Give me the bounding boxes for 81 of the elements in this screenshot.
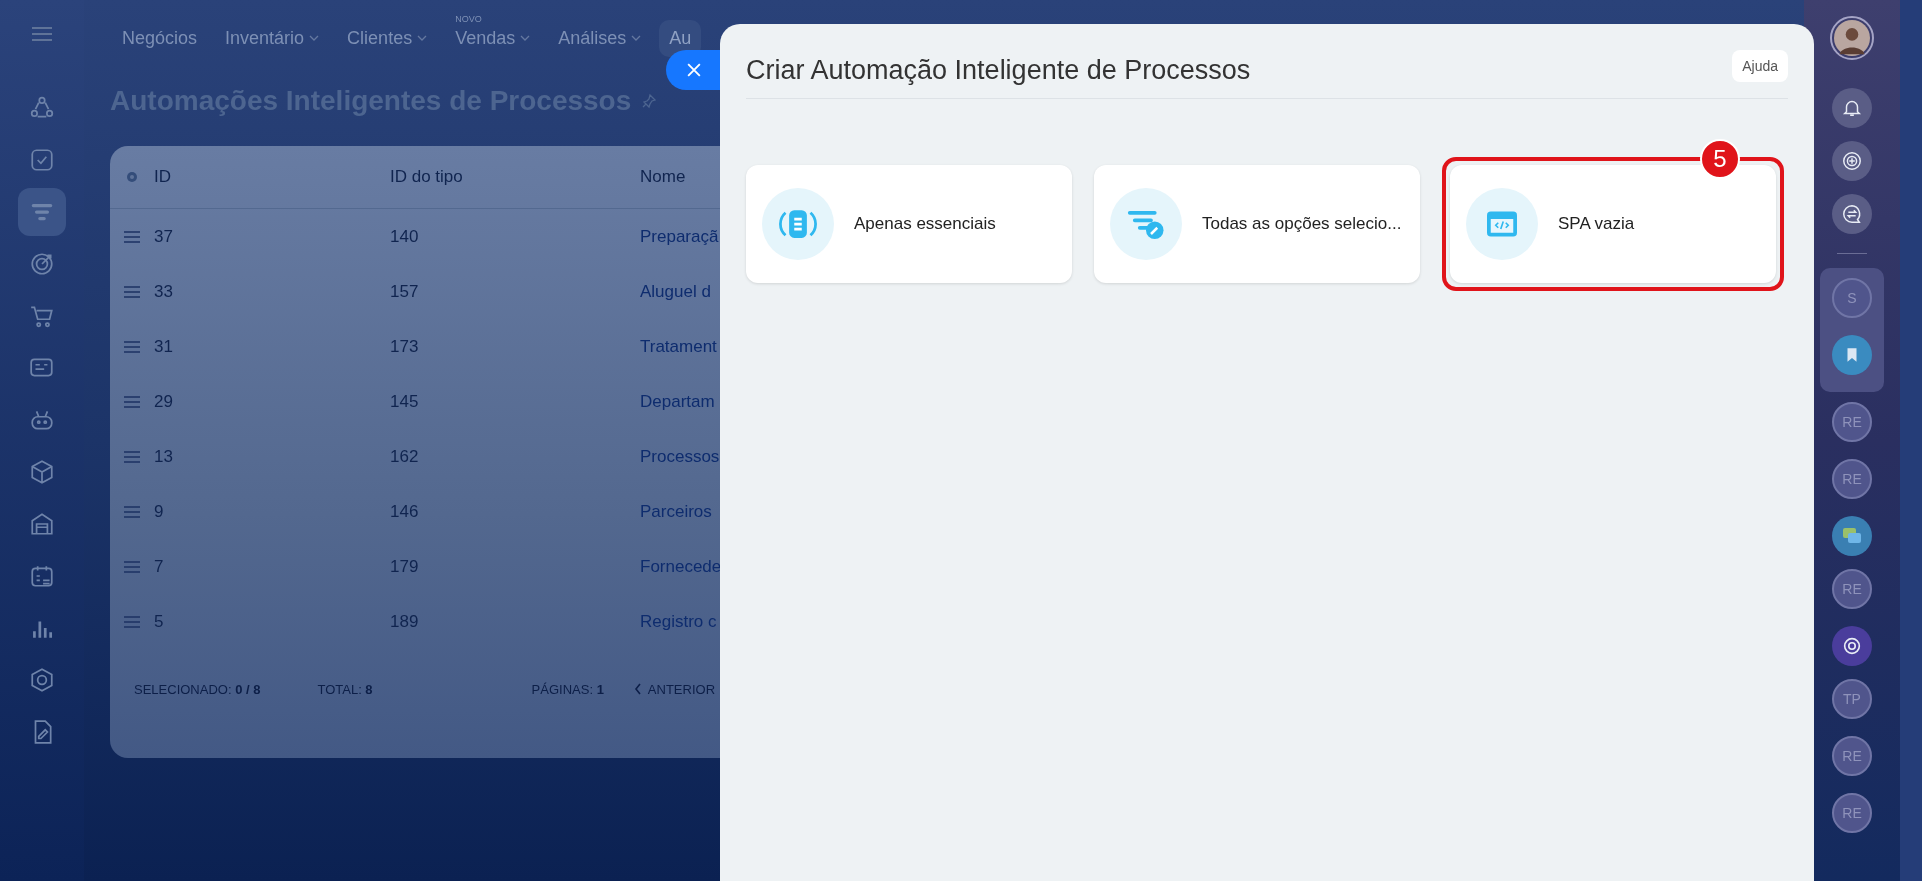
table-cell-text: 33 [154,281,174,302]
messages-icon[interactable] [1832,516,1872,556]
table-cell-text: 179 [390,556,420,577]
column-header[interactable]: Nome [640,167,686,187]
garage-icon [29,511,55,537]
table-cell-text: 5 [154,611,165,632]
name-link[interactable]: Registro c [640,611,717,632]
table-cell-text: 37 [154,226,174,247]
table-cell-text: 13 [154,446,174,467]
nav-tab[interactable]: Negócios [112,19,208,57]
step-badge: 5 [1700,139,1740,179]
selected-count: SELECIONADO: 0 / 8 [134,681,261,697]
option-card[interactable]: Todas as opções selecio... [1094,165,1420,283]
drag-handle-icon[interactable] [124,505,140,518]
table-cell-text: 162 [390,446,420,467]
chevron-down-icon [417,35,428,41]
user-initials[interactable]: RE [1832,459,1872,499]
name-link[interactable]: Tratament [640,336,717,357]
total-count: TOTAL: 8 [317,681,373,697]
nodes-icon [29,95,55,121]
box-icon [29,459,55,485]
nav-tab[interactable]: Clientes [337,19,438,57]
column-header[interactable]: ID do tipo [390,167,640,187]
nav-tab[interactable]: Análises [548,19,652,57]
user-initials[interactable]: S [1832,278,1872,318]
chevron-down-icon [631,35,642,41]
menu-icon[interactable] [31,26,53,42]
previous-link[interactable]: ANTERIOR [647,681,716,697]
copilot-icon[interactable] [1832,141,1872,181]
table-cell-text: 189 [390,611,420,632]
name-link[interactable]: Preparaçã [640,226,719,247]
close-icon [687,63,701,77]
nav-tab[interactable]: Inventário [215,19,330,57]
name-link[interactable]: Parceiros [640,501,712,522]
user-initials[interactable]: RE [1832,793,1872,833]
name-link[interactable]: Departam [640,391,715,412]
table-cell-text: 9 [154,501,165,522]
new-label: NOVO [455,13,482,24]
option-card[interactable]: Apenas essenciais [746,165,1072,283]
cart-icon [29,303,55,329]
pin-icon[interactable] [641,93,658,109]
table-cell-text: 140 [390,226,420,247]
calendar-icon [29,563,55,589]
chevron-down-icon [520,35,531,41]
table-cell-text: 31 [154,336,174,357]
table-cell-text: 173 [390,336,420,357]
drag-handle-icon[interactable] [124,560,140,573]
target-icon [29,251,55,277]
name-link[interactable]: Processos [640,446,720,467]
name-link[interactable]: Aluguel d [640,281,711,302]
chevron-left-icon[interactable] [633,683,642,695]
drag-handle-icon[interactable] [124,230,140,243]
drag-handle-icon[interactable] [124,450,140,463]
column-header[interactable]: ID [154,167,390,187]
sidebar-item[interactable] [18,188,66,236]
nav-tab[interactable]: Au [659,19,702,57]
hexagon-icon [29,667,55,693]
drag-handle-icon[interactable] [124,285,140,298]
name-link[interactable]: Fornecede [640,556,722,577]
page-count: PÁGINAS: 1 [531,681,604,697]
table-cell-text: 145 [390,391,420,412]
drag-handle-icon[interactable] [124,395,140,408]
user-initials[interactable]: RE [1832,569,1872,609]
table-cell-text: 7 [154,556,165,577]
table-cell-text: 157 [390,281,420,302]
chevron-down-icon [309,35,320,41]
bookmark-icon[interactable] [1832,335,1872,375]
table-cell-text: 146 [390,501,420,522]
table-cell-text: 29 [154,391,174,412]
user-avatar[interactable] [1830,16,1874,60]
drag-handle-icon[interactable] [124,340,140,353]
help-button[interactable]: Ajuda [1732,50,1788,82]
drag-handle-icon[interactable] [124,615,140,628]
modal-title: Criar Automação Inteligente de Processos [746,53,1251,86]
user-initials[interactable]: RE [1832,736,1872,776]
chat-icon[interactable] [1832,194,1872,234]
user-initials[interactable]: RE [1832,402,1872,442]
copilot-icon[interactable] [1832,626,1872,666]
check-icon [29,147,55,173]
notifications-icon[interactable] [1832,88,1872,128]
user-initials[interactable]: TP [1832,679,1872,719]
